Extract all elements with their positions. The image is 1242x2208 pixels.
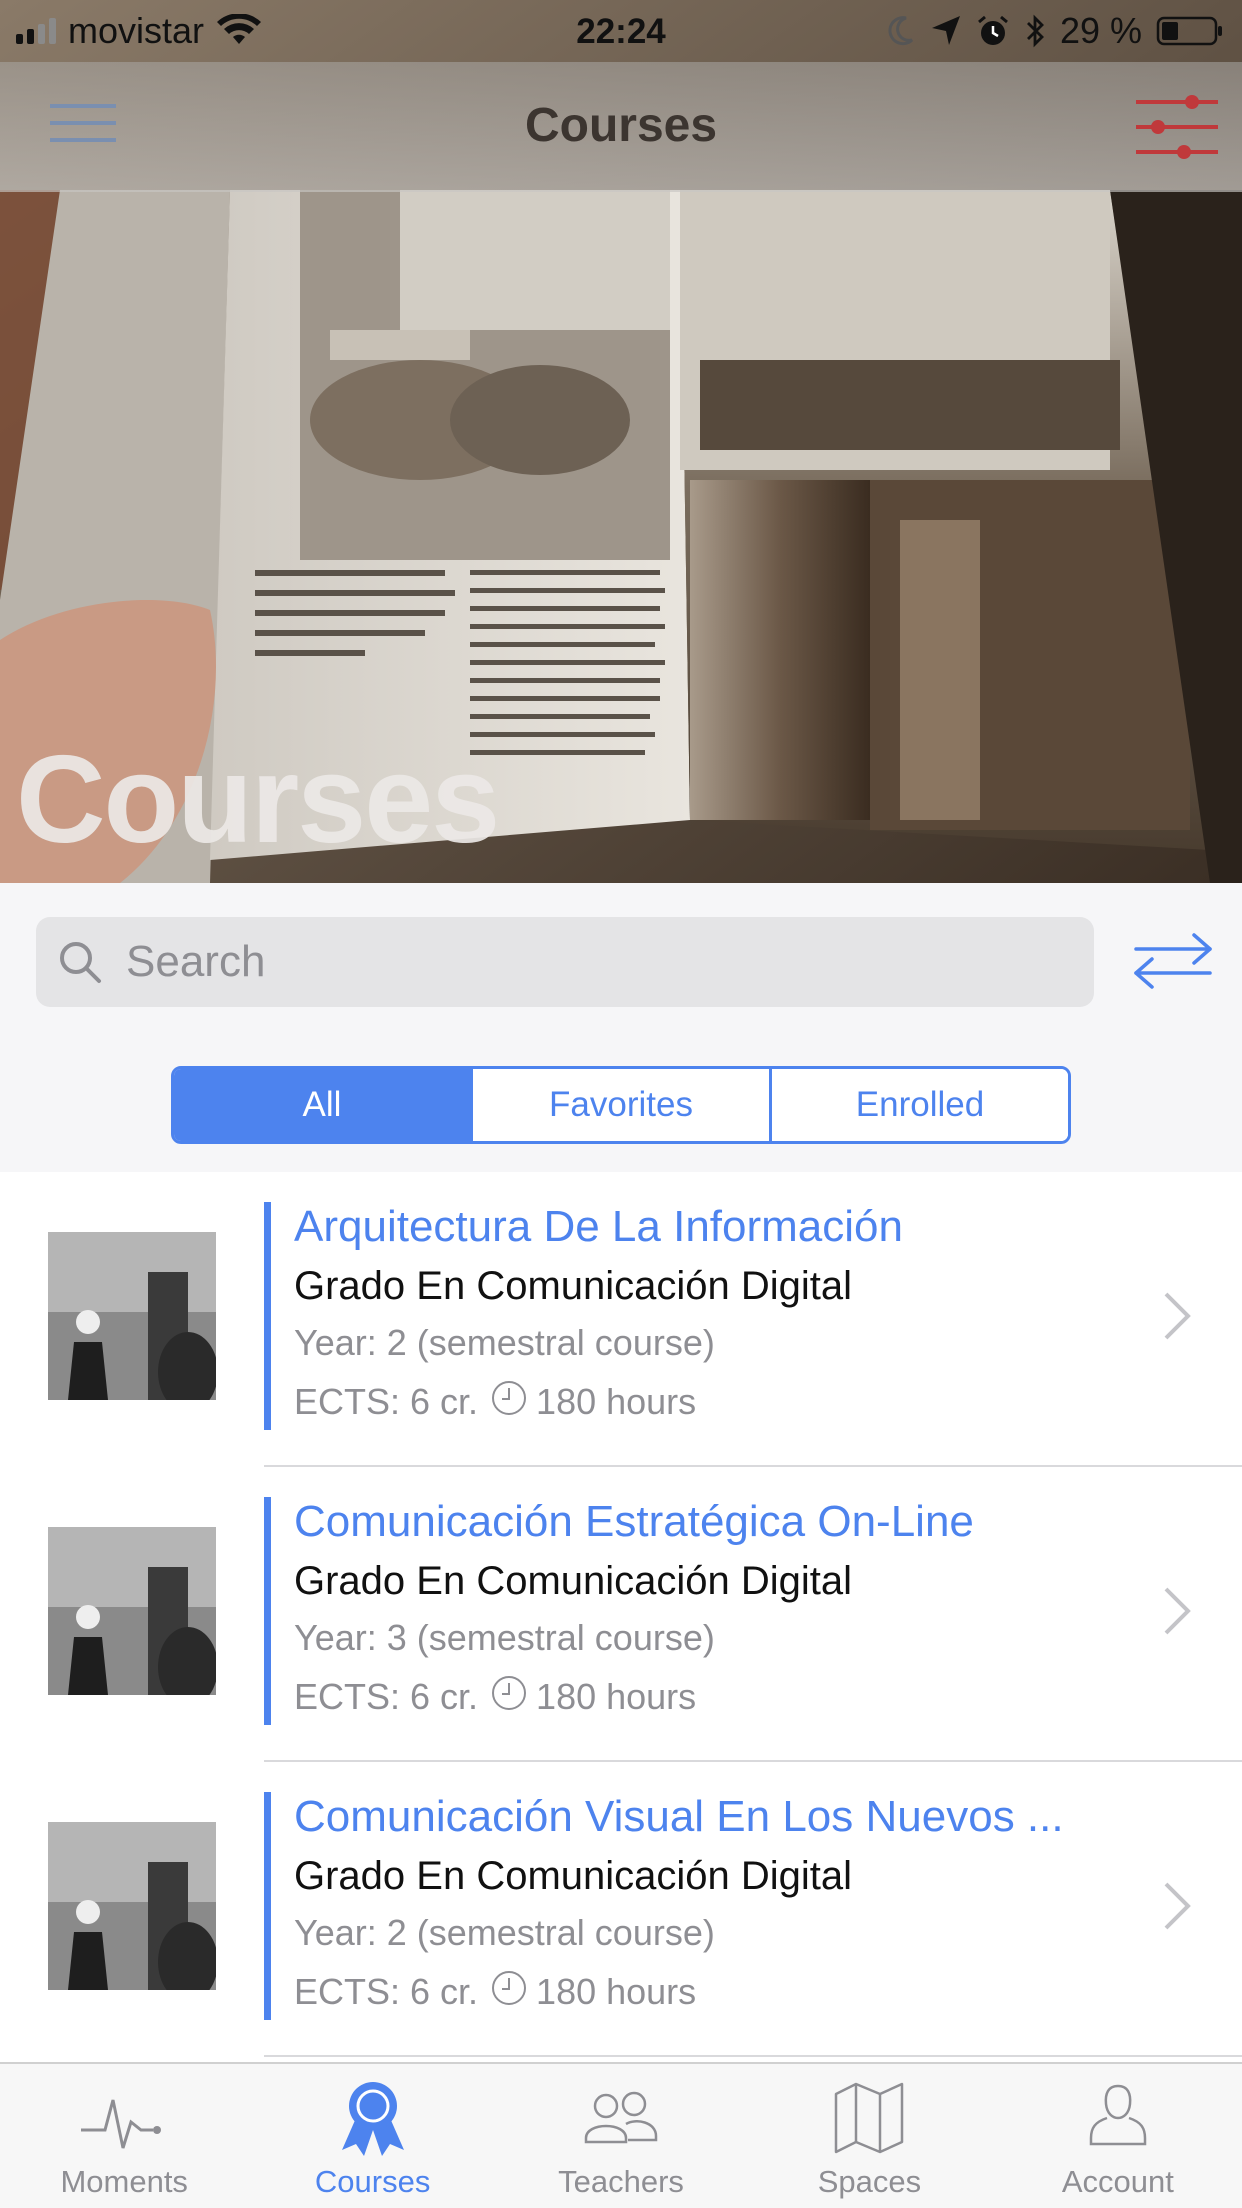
row-accent-bar — [264, 1792, 271, 2020]
tab-moments[interactable]: Moments — [0, 2064, 248, 2208]
course-year: Year: 2 (semestral course) — [294, 1322, 715, 1363]
tab-spaces-label: Spaces — [817, 2164, 922, 2199]
battery-icon — [1156, 16, 1222, 46]
status-bar: movistar 22:24 29 % — [0, 0, 1242, 62]
course-ects: ECTS: 6 cr. 180 hours — [294, 1969, 696, 2015]
heartbeat-icon — [81, 2099, 162, 2149]
sort-swap-icon[interactable] — [1130, 927, 1216, 993]
tab-courses[interactable]: Courses — [248, 2064, 496, 2208]
course-list: Arquitectura De La Información Grado En … — [0, 1172, 1242, 2062]
course-title: Comunicación Estratégica On-Line — [294, 1497, 974, 1546]
course-thumbnail — [48, 1527, 216, 1695]
row-accent-bar — [264, 1497, 271, 1725]
bluetooth-icon — [1026, 14, 1044, 48]
clock-icon — [492, 1676, 527, 1710]
course-ects: ECTS: 6 cr. 180 hours — [294, 1379, 696, 1425]
battery-percent: 29 % — [1059, 10, 1142, 51]
ects-label: ECTS: 6 cr. — [294, 1971, 479, 2012]
search-icon — [60, 942, 101, 983]
navigation-bar: Courses — [0, 62, 1242, 192]
course-hours: 180 hours — [536, 1676, 697, 1717]
chevron-right-icon — [1164, 1587, 1191, 1635]
ects-label: ECTS: 6 cr. — [294, 1381, 479, 1422]
course-ects: ECTS: 6 cr. 180 hours — [294, 1674, 696, 1720]
tab-teachers[interactable]: Teachers — [497, 2064, 745, 2208]
tab-account-label: Account — [1061, 2164, 1174, 2199]
course-hours: 180 hours — [536, 1971, 697, 2012]
course-thumbnail — [48, 1822, 216, 1990]
course-thumbnail — [48, 1232, 216, 1400]
segment-favorites[interactable]: Favorites — [473, 1069, 772, 1141]
search-bar[interactable] — [36, 917, 1094, 1007]
row-accent-bar — [264, 1202, 271, 1430]
award-ribbon-icon — [341, 2082, 404, 2156]
alarm-icon — [977, 15, 1008, 45]
map-icon — [835, 2082, 904, 2154]
filter-sliders-icon[interactable] — [1134, 94, 1220, 160]
status-right: 29 % — [886, 10, 1224, 52]
chevron-right-icon — [1164, 1882, 1191, 1930]
clock-icon — [492, 1381, 527, 1415]
tab-account[interactable]: Account — [994, 2064, 1242, 2208]
location-arrow-icon — [931, 16, 960, 45]
hero-title: Courses — [16, 731, 500, 869]
course-degree: Grado En Comunicación Digital — [294, 1264, 853, 1308]
search-area: All Favorites Enrolled — [0, 883, 1242, 1172]
course-row[interactable]: Comunicación Estratégica On-Line Grado E… — [0, 1467, 1242, 1762]
segment-all[interactable]: All — [174, 1069, 473, 1141]
moon-icon — [888, 16, 913, 46]
course-year: Year: 3 (semestral course) — [294, 1617, 715, 1658]
course-hours: 180 hours — [536, 1381, 697, 1422]
course-degree: Grado En Comunicación Digital — [294, 1559, 853, 1603]
tab-bar: Moments Courses Teachers Spaces Account — [0, 2062, 1242, 2208]
clock-icon — [492, 1971, 527, 2005]
teachers-group-icon — [584, 2091, 658, 2144]
course-title: Arquitectura De La Información — [294, 1202, 903, 1251]
course-degree: Grado En Comunicación Digital — [294, 1854, 853, 1898]
tab-courses-label: Courses — [314, 2164, 431, 2199]
tab-moments-label: Moments — [60, 2164, 188, 2199]
search-input[interactable] — [126, 937, 1026, 987]
ects-label: ECTS: 6 cr. — [294, 1676, 479, 1717]
segmented-control: All Favorites Enrolled — [171, 1066, 1071, 1144]
user-account-icon — [1089, 2084, 1147, 2146]
row-divider — [264, 2055, 1242, 2057]
tab-teachers-label: Teachers — [558, 2164, 684, 2199]
course-row[interactable]: Arquitectura De La Información Grado En … — [0, 1172, 1242, 1467]
segment-enrolled[interactable]: Enrolled — [772, 1069, 1068, 1141]
course-row[interactable]: Comunicación Visual En Los Nuevos ... Gr… — [0, 1762, 1242, 2057]
tab-spaces[interactable]: Spaces — [745, 2064, 993, 2208]
nav-title: Courses — [524, 99, 718, 152]
course-year: Year: 2 (semestral course) — [294, 1912, 715, 1953]
course-title: Comunicación Visual En Los Nuevos ... — [294, 1792, 1064, 1841]
chevron-right-icon — [1164, 1292, 1191, 1340]
